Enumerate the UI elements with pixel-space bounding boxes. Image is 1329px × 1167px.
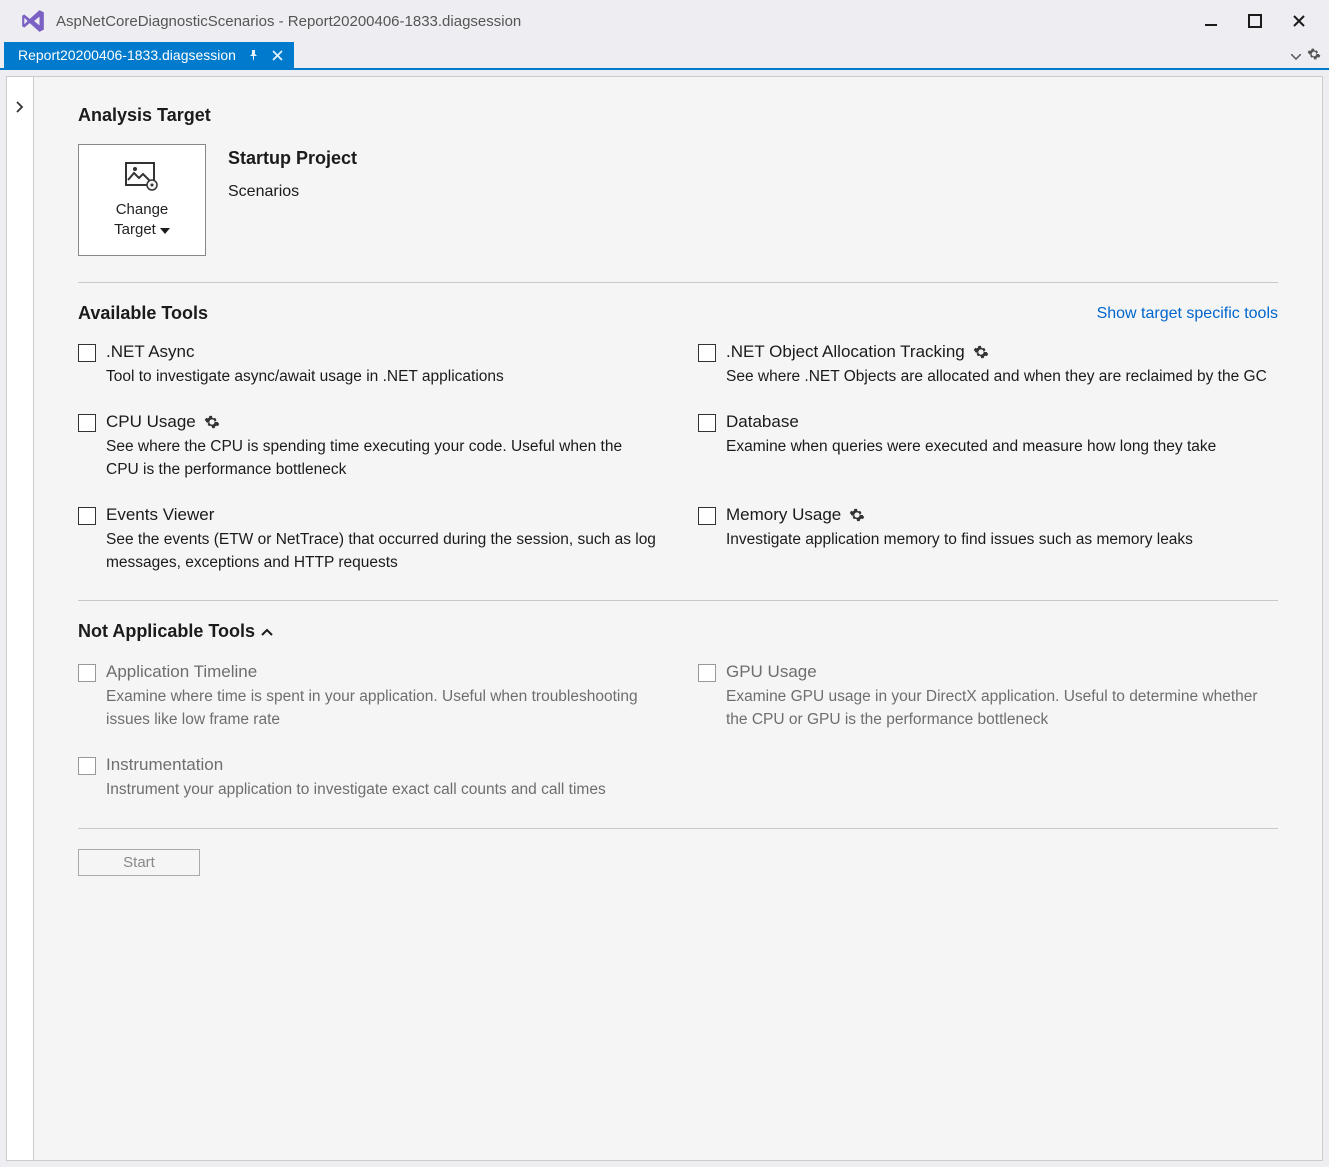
content-panel: Analysis Target Change Target Startup Pr…	[34, 76, 1323, 1161]
close-button[interactable]	[1289, 11, 1309, 31]
checkbox	[78, 664, 96, 682]
section-not-applicable-tools[interactable]: Not Applicable Tools	[78, 621, 1278, 642]
vs-logo-icon	[18, 6, 48, 36]
tool-gpu-usage: GPU Usage Examine GPU usage in your Dire…	[698, 662, 1278, 731]
tool-application-timeline: Application Timeline Examine where time …	[78, 662, 658, 731]
gear-icon[interactable]	[973, 344, 989, 360]
checkbox	[698, 664, 716, 682]
close-tab-icon[interactable]	[272, 49, 284, 61]
tool-memory-usage: Memory Usage Investigate application mem…	[698, 505, 1278, 574]
separator	[78, 600, 1278, 601]
checkbox[interactable]	[78, 344, 96, 362]
tool-net-object-allocation: .NET Object Allocation Tracking See wher…	[698, 342, 1278, 388]
caret-down-icon	[160, 222, 170, 239]
available-tools-grid: .NET Async Tool to investigate async/awa…	[78, 342, 1278, 574]
tool-net-async: .NET Async Tool to investigate async/awa…	[78, 342, 658, 388]
separator	[78, 828, 1278, 829]
show-target-specific-link[interactable]: Show target specific tools	[1097, 305, 1278, 323]
checkbox[interactable]	[78, 414, 96, 432]
tool-cpu-usage: CPU Usage See where the CPU is spending …	[78, 412, 658, 481]
window-controls	[1201, 11, 1309, 31]
tool-instrumentation: Instrumentation Instrument your applicat…	[78, 755, 658, 801]
tab-report[interactable]: Report20200406-1833.diagsession	[4, 42, 294, 68]
section-analysis-target: Analysis Target	[78, 105, 1278, 126]
tool-events-viewer: Events Viewer See the events (ETW or Net…	[78, 505, 658, 574]
chevron-up-icon	[261, 624, 273, 639]
picture-gear-icon	[125, 162, 159, 192]
maximize-button[interactable]	[1245, 11, 1265, 31]
pin-icon[interactable]	[248, 49, 260, 61]
checkbox[interactable]	[698, 507, 716, 525]
tab-label: Report20200406-1833.diagsession	[18, 47, 236, 63]
change-target-line2: Target	[114, 222, 156, 239]
section-available-tools: Available Tools	[78, 303, 208, 324]
separator	[78, 282, 1278, 283]
change-target-button[interactable]: Change Target	[78, 144, 206, 256]
target-subtitle: Scenarios	[228, 183, 357, 201]
gear-icon[interactable]	[849, 507, 865, 523]
tab-settings-icon[interactable]	[1307, 47, 1321, 64]
start-button[interactable]: Start	[78, 849, 200, 876]
tool-database: Database Examine when queries were execu…	[698, 412, 1278, 481]
tab-overflow-icon[interactable]	[1291, 47, 1301, 63]
change-target-line1: Change	[116, 202, 169, 219]
side-expander[interactable]	[6, 76, 34, 1161]
target-title: Startup Project	[228, 148, 357, 169]
chevron-right-icon	[16, 101, 24, 1160]
title-bar: AspNetCoreDiagnosticScenarios - Report20…	[0, 0, 1329, 42]
checkbox[interactable]	[78, 507, 96, 525]
window-title: AspNetCoreDiagnosticScenarios - Report20…	[56, 13, 1201, 30]
gear-icon[interactable]	[204, 414, 220, 430]
not-applicable-tools-grid: Application Timeline Examine where time …	[78, 662, 1278, 801]
checkbox	[78, 757, 96, 775]
minimize-button[interactable]	[1201, 11, 1221, 31]
checkbox[interactable]	[698, 344, 716, 362]
tab-strip: Report20200406-1833.diagsession	[0, 42, 1329, 70]
checkbox[interactable]	[698, 414, 716, 432]
